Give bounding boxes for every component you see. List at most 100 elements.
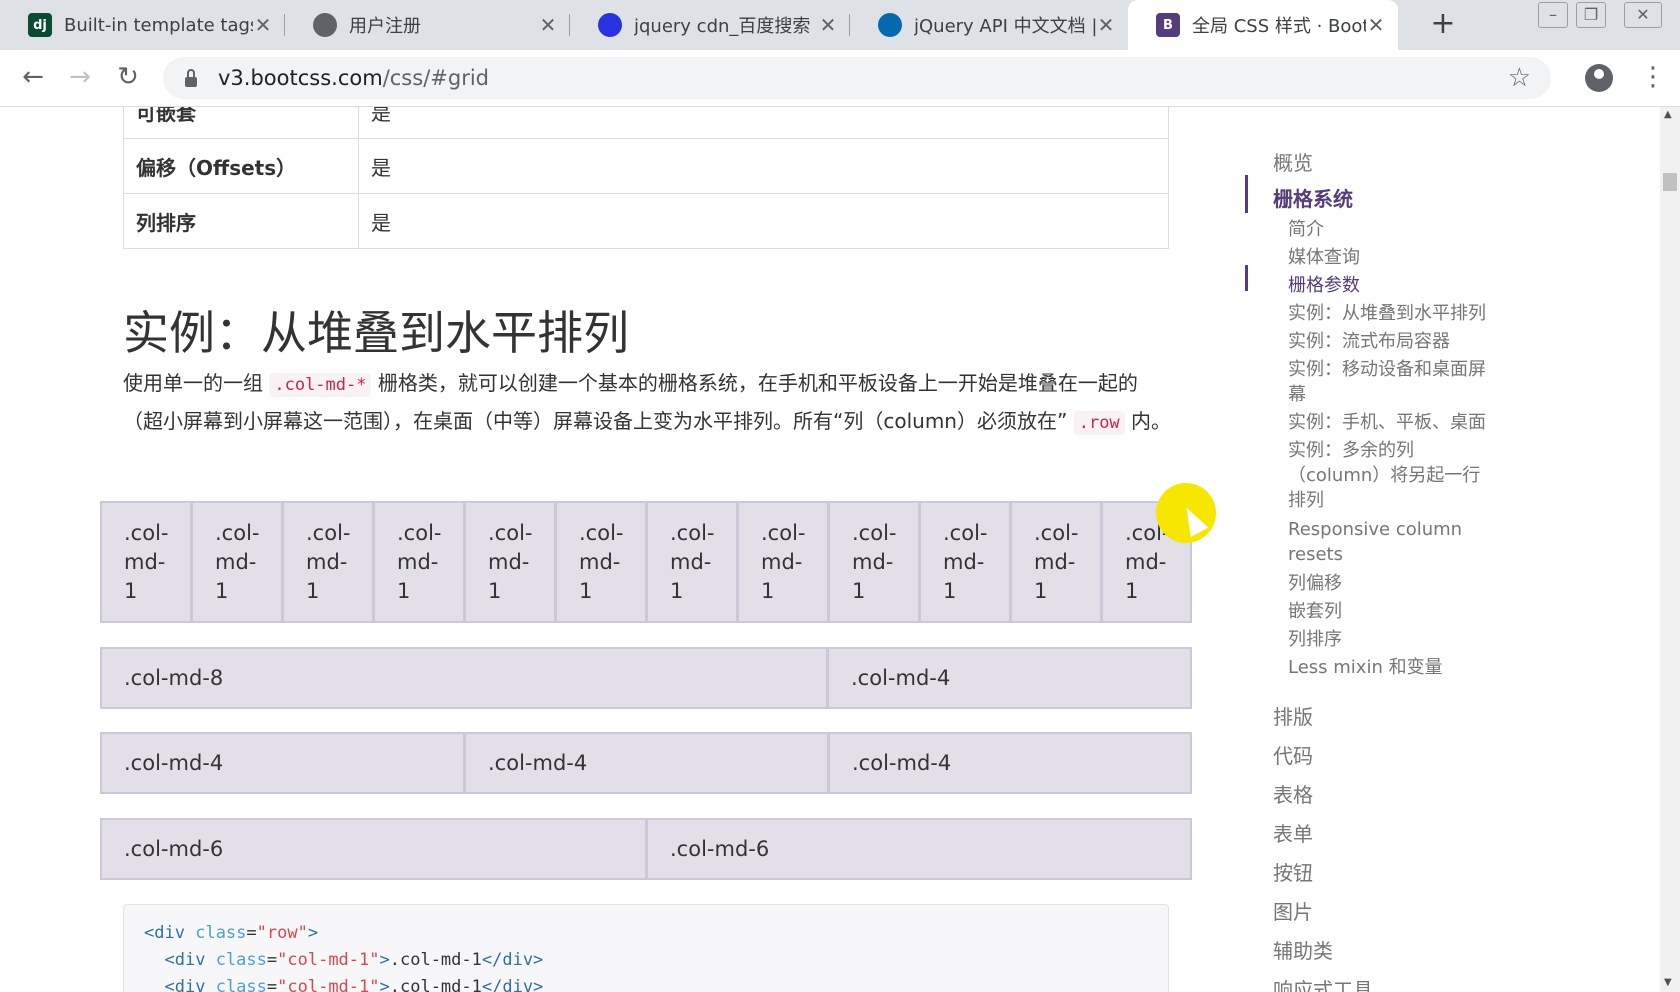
active-indicator	[1245, 175, 1248, 213]
grid-cell: .col-md-4	[464, 732, 828, 794]
table-cell: 是	[358, 193, 1169, 249]
sidenav-subitem[interactable]: 列排序	[1288, 627, 1498, 652]
grid-row-8-4: .col-md-8 .col-md-4	[100, 647, 1192, 709]
table-row: 列排序 是	[123, 193, 1169, 249]
baidu-icon	[598, 13, 622, 37]
sidenav-item[interactable]: 按钮	[1273, 857, 1313, 886]
sidenav-subitem[interactable]: Responsive column resets	[1288, 517, 1498, 567]
close-icon[interactable]: ✕	[538, 13, 558, 37]
jquery-icon	[878, 13, 902, 37]
close-icon[interactable]: ✕	[818, 13, 838, 37]
table-row: 偏移（Offsets） 是	[123, 138, 1169, 194]
grid-cell: .col- md- 1	[646, 501, 737, 623]
sidenav-item[interactable]: 图片	[1273, 896, 1313, 925]
page-content: 可嵌套 是 偏移（Offsets） 是 列排序 是 实例：从堆叠到水平排列 使用…	[0, 107, 1660, 992]
tab-label: 全局 CSS 样式 · Bootstrap	[1192, 16, 1366, 37]
tab-baidu[interactable]: jquery cdn_百度搜索 ✕	[570, 0, 850, 50]
grid-row-6-6: .col-md-6 .col-md-6	[100, 818, 1192, 880]
tab-label: jquery cdn_百度搜索	[634, 16, 811, 37]
address-bar[interactable]: v3.bootcss.com/css/#grid ☆	[163, 57, 1551, 99]
close-icon[interactable]: ✕	[1096, 13, 1116, 37]
tab-register[interactable]: 用户注册 ✕	[285, 0, 570, 50]
sidenav-subitem[interactable]: Less mixin 和变量	[1288, 655, 1498, 680]
restore-icon[interactable]: ❐	[1576, 2, 1606, 28]
grid-cell: .col- md- 1	[464, 501, 555, 623]
sidenav-item-grid[interactable]: 栅格系统	[1273, 183, 1353, 212]
sidenav-subitem[interactable]: 实例：流式布局容器	[1288, 329, 1498, 354]
grid-cell: .col- md- 1	[919, 501, 1010, 623]
grid-cell: .col- md- 1	[100, 501, 191, 623]
grid-cell: .col-md-8	[100, 647, 827, 709]
sidenav-item[interactable]: 辅助类	[1273, 935, 1333, 964]
grid-cell: .col- md- 1	[737, 501, 828, 623]
grid-options-table: 可嵌套 是 偏移（Offsets） 是 列排序 是	[123, 107, 1169, 249]
inline-code: .row	[1073, 411, 1125, 435]
account-icon[interactable]	[1585, 64, 1613, 92]
scroll-down-icon[interactable]: ▼	[1664, 977, 1672, 988]
tab-bootstrap-css[interactable]: B 全局 CSS 样式 · Bootstrap ✕	[1128, 0, 1398, 50]
tab-jquery-api[interactable]: jQuery API 中文文档 | jQuery ✕	[850, 0, 1128, 50]
bookmark-star-icon[interactable]: ☆	[1508, 63, 1531, 93]
inline-code: .col-md-*	[269, 373, 372, 397]
table-header-cell: 列排序	[123, 193, 359, 249]
sidenav-subitem[interactable]: 简介	[1288, 217, 1498, 242]
grid-cell: .col-md-4	[827, 647, 1192, 709]
grid-cell: .col- md- 1	[1010, 501, 1101, 623]
close-window-icon[interactable]: ✕	[1624, 2, 1662, 28]
grid-row-col-md-1: .col- md- 1 .col- md- 1 .col- md- 1 .col- m…	[100, 501, 1192, 623]
forward-icon[interactable]: →	[64, 62, 96, 94]
grid-cell: .col- md- 1	[191, 501, 282, 623]
table-header-cell: 偏移（Offsets）	[123, 138, 359, 194]
code-example: <div class="row"> <div class="col-md-1">…	[123, 904, 1169, 992]
grid-cell: .col- md- 1	[373, 501, 464, 623]
table-cell: 是	[358, 138, 1169, 194]
tab-strip: dj Built-in template tags ✕ 用户注册 ✕ jquer…	[0, 0, 1680, 50]
sidenav-subitem[interactable]: 列偏移	[1288, 571, 1498, 596]
sidenav-item[interactable]: 表单	[1273, 818, 1313, 847]
grid-row-4-4-4: .col-md-4 .col-md-4 .col-md-4	[100, 732, 1192, 794]
grid-cell: .col- md- 1	[828, 501, 919, 623]
close-icon[interactable]: ✕	[1366, 13, 1386, 37]
grid-cell: .col-md-6	[100, 818, 646, 880]
sidenav-subitem[interactable]: 实例：移动设备和桌面屏幕	[1288, 357, 1498, 407]
section-title: 实例：从堆叠到水平排列	[123, 306, 629, 360]
back-icon[interactable]: ←	[17, 62, 49, 94]
reload-icon[interactable]: ↻	[112, 62, 144, 94]
globe-icon	[313, 13, 337, 37]
section-description: 使用单一的一组 .col-md-* 栅格类，就可以创建一个基本的栅格系统，在手机…	[123, 371, 1172, 435]
vertical-scrollbar[interactable]: ▲ ▼	[1660, 107, 1680, 992]
grid-cell: .col-md-4	[100, 732, 464, 794]
new-tab-button[interactable]: +	[1425, 7, 1461, 43]
table-cell: 是	[358, 107, 1169, 139]
sidenav-subitem[interactable]: 媒体查询	[1288, 245, 1498, 270]
active-sub-indicator	[1245, 265, 1248, 291]
sidenav-subitem-active[interactable]: 栅格参数	[1288, 273, 1498, 298]
tab-label: jQuery API 中文文档 | jQuery	[914, 16, 1096, 37]
tab-label: 用户注册	[349, 16, 421, 37]
sidenav-subitem[interactable]: 实例：手机、平板、桌面	[1288, 410, 1498, 435]
sidenav-item[interactable]: 代码	[1273, 740, 1313, 769]
tab-label: Built-in template tags	[64, 14, 253, 36]
scroll-up-icon[interactable]: ▲	[1664, 109, 1672, 120]
tab-django[interactable]: dj Built-in template tags ✕	[0, 0, 285, 50]
browser-toolbar: ← → ↻ v3.bootcss.com/css/#grid ☆ ⋮	[0, 50, 1680, 107]
url-text: v3.bootcss.com/css/#grid	[218, 66, 489, 90]
grid-cell: .col-md-6	[646, 818, 1192, 880]
django-icon: dj	[28, 13, 52, 37]
sidenav-item[interactable]: 排版	[1273, 701, 1313, 730]
scrollbar-thumb[interactable]	[1663, 173, 1677, 191]
sidenav-subitem[interactable]: 实例：从堆叠到水平排列	[1288, 301, 1498, 326]
sidenav-subitem[interactable]: 嵌套列	[1288, 599, 1498, 624]
sidenav-item-overview[interactable]: 概览	[1273, 147, 1313, 176]
minimize-icon[interactable]: –	[1538, 2, 1568, 28]
sidenav-item[interactable]: 表格	[1273, 779, 1313, 808]
sidenav-subitem[interactable]: 实例：多余的列（column）将另起一行排列	[1288, 438, 1498, 513]
grid-cell: .col- md- 1	[555, 501, 646, 623]
close-icon[interactable]: ✕	[253, 13, 273, 37]
table-row: 可嵌套 是	[123, 107, 1169, 139]
sidenav-item[interactable]: 响应式工具	[1273, 974, 1373, 992]
lock-icon	[185, 69, 197, 87]
grid-cell: .col- md- 1	[282, 501, 373, 623]
bootstrap-icon: B	[1156, 13, 1180, 37]
menu-icon[interactable]: ⋮	[1640, 62, 1666, 92]
